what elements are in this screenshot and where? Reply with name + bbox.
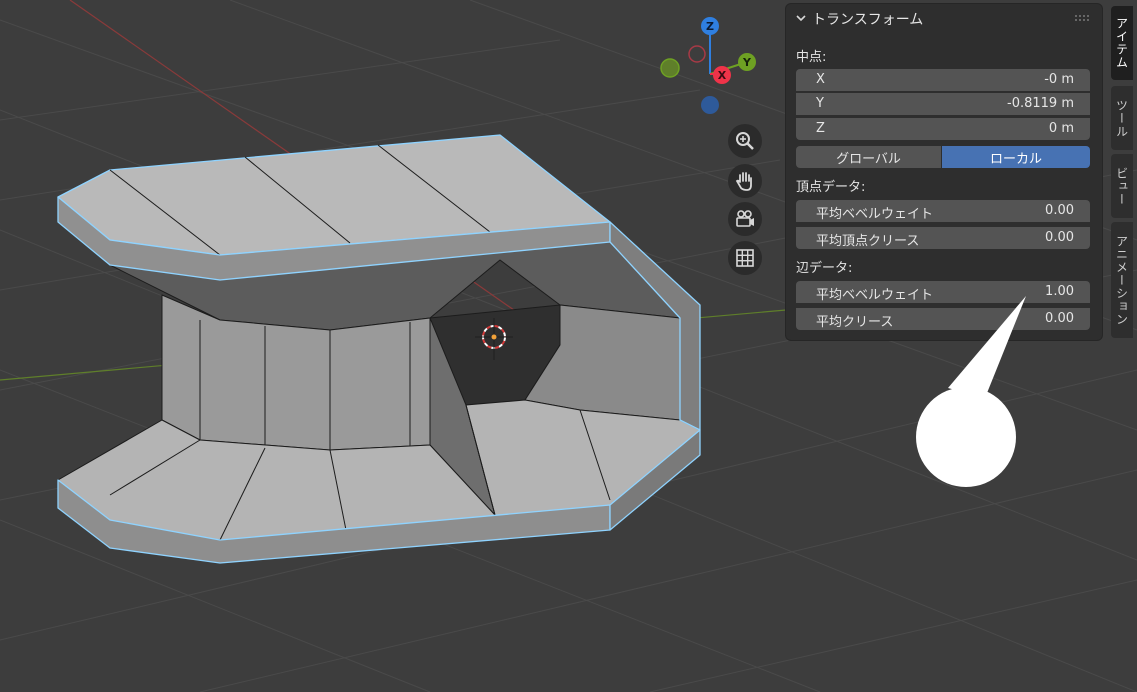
median-x-field[interactable]: X -0 m xyxy=(796,69,1090,91)
svg-text:Z: Z xyxy=(706,20,714,33)
chevron-down-icon[interactable] xyxy=(794,11,808,25)
mesh-object[interactable] xyxy=(57,134,701,564)
global-toggle-button[interactable]: グローバル xyxy=(796,146,941,168)
panel-header[interactable]: トランスフォーム xyxy=(786,4,1102,32)
svg-text:Y: Y xyxy=(742,56,752,69)
hand-pan-icon[interactable] xyxy=(728,164,762,198)
panel-title: トランスフォーム xyxy=(812,12,924,28)
median-label: 中点: xyxy=(796,50,827,65)
axis-gizmo[interactable]: Z Y X xyxy=(660,17,756,114)
transform-panel: トランスフォーム 中点: X -0 m Y -0.8119 m Z 0 m グロ… xyxy=(786,4,1102,340)
tab-tool[interactable]: ツール xyxy=(1111,86,1133,150)
vertex-bevel-weight-field[interactable]: 平均ベベルウェイト 0.00 xyxy=(796,200,1090,222)
edge-crease-field[interactable]: 平均クリース 0.00 xyxy=(796,308,1090,330)
vertex-data-label: 頂点データ: xyxy=(796,180,866,195)
median-y-field[interactable]: Y -0.8119 m xyxy=(796,93,1090,115)
svg-text:X: X xyxy=(718,69,727,82)
tab-animation[interactable]: アニメーション xyxy=(1111,222,1133,338)
edge-data-label: 辺データ: xyxy=(796,261,853,276)
local-toggle-button[interactable]: ローカル xyxy=(942,146,1090,168)
median-z-field[interactable]: Z 0 m xyxy=(796,118,1090,140)
grid-ortho-icon[interactable] xyxy=(728,241,762,275)
drag-grip-icon[interactable] xyxy=(1074,14,1090,22)
tab-item[interactable]: アイテム xyxy=(1111,6,1133,80)
vertex-crease-field[interactable]: 平均頂点クリース 0.00 xyxy=(796,227,1090,249)
tab-view[interactable]: ビュー xyxy=(1111,154,1133,218)
zoom-icon[interactable] xyxy=(728,124,762,158)
camera-view-icon[interactable] xyxy=(728,202,762,236)
edge-bevel-weight-field[interactable]: 平均ベベルウェイト 1.00 xyxy=(796,281,1090,303)
